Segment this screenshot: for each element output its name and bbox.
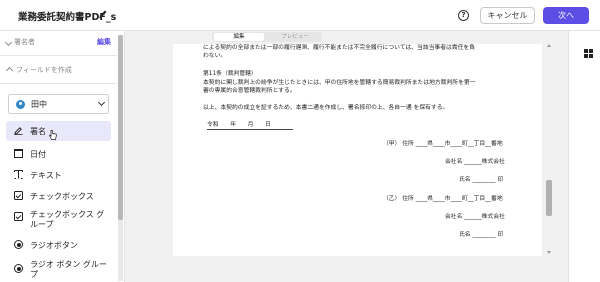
party-b-company: 会社名 ______株式会社 [445, 214, 505, 220]
app-window: 業務委託契約書PDF_s ? キャンセル 次へ 署名者 編集 フィールドを作成 … [0, 0, 600, 282]
field-item-checkbox[interactable]: チェックボックス [6, 188, 111, 204]
signer-name: 田中 [31, 100, 47, 109]
field-item-signature[interactable]: 署名 [6, 121, 111, 141]
canvas-scrollbar-thumb[interactable] [546, 180, 552, 216]
grid-view-icon[interactable] [584, 49, 593, 58]
divider [0, 83, 117, 84]
document-text: 審の専属的合意管轄裁判所とする。 [203, 88, 296, 94]
radio-group-icon [14, 264, 23, 273]
scroll-down-arrow-icon[interactable] [547, 251, 551, 254]
field-item-radio-group[interactable]: ラジオ ボタン グループ [6, 259, 111, 281]
scroll-up-arrow-icon[interactable] [547, 44, 551, 47]
document-text: による契約の全部または一部の履行遅滞、履行不能または不完全履行については、当該当… [203, 45, 475, 51]
field-item-label: 署名 [30, 127, 46, 136]
signer-color-icon [16, 100, 25, 109]
sidebar-scrollbar-thumb[interactable] [118, 35, 123, 220]
tab-edit[interactable]: 編集 [214, 33, 264, 41]
field-item-label: 日付 [30, 150, 46, 159]
tab-preview[interactable]: プレビュー [270, 33, 320, 41]
signature-pen-icon [14, 127, 23, 135]
field-item-radio-button[interactable]: ラジオボタン [6, 237, 111, 253]
document-text: 以上、本契約の成立を証するため、本書二通を作成し、署名捺印の上、各自一通 を保有… [203, 105, 449, 111]
edit-signers-link[interactable]: 編集 [97, 37, 111, 47]
right-panel [568, 31, 600, 282]
pencil-edit-icon[interactable] [98, 9, 108, 19]
checkbox-group-icon [14, 212, 23, 221]
field-item-label: テキスト [30, 171, 62, 180]
field-item-label: ラジオ ボタン グループ [30, 260, 107, 279]
document-page[interactable]: による契約の全部または一部の履行遅滞、履行不能または不完全履行については、当該当… [173, 44, 542, 256]
party-b-address: （乙） 住所 ____県____市____町__丁目__番地 [383, 196, 503, 202]
next-button[interactable]: 次へ [543, 7, 589, 24]
signers-section-label: 署名者 [14, 38, 35, 46]
field-item-date[interactable]: 日付 [6, 146, 111, 162]
text-field-icon [14, 170, 23, 179]
date-underline [207, 129, 293, 130]
document-text: 本契約に関し裁判上の紛争が生じたときには、甲の住所地を管轄する簡易裁判所または地… [203, 80, 476, 86]
signer-select[interactable]: 田中 [8, 94, 109, 114]
article-title: 第11条（裁判管轄） [203, 71, 257, 77]
party-b-name: 氏名 ________ 印 [459, 232, 504, 238]
date-line-text: 令和 年 月 日 [207, 122, 271, 128]
field-item-checkbox-group[interactable]: チェックボックス グループ [6, 208, 111, 232]
chevron-down-icon [4, 38, 13, 47]
chevron-up-icon [5, 66, 14, 75]
divider [0, 55, 117, 56]
calendar-icon [14, 149, 23, 158]
party-a-address: （甲） 住所 ____県____市____町__丁目__番地 [383, 141, 503, 147]
radio-button-icon [14, 240, 23, 249]
field-item-label: チェックボックス グループ [30, 210, 105, 229]
field-item-label: チェックボックス [30, 192, 94, 201]
party-a-company: 会社名 ______株式会社 [445, 159, 505, 165]
cancel-button[interactable]: キャンセル [480, 7, 535, 24]
help-icon[interactable]: ? [458, 10, 469, 21]
mode-toggle: 編集 プレビュー [212, 32, 322, 42]
canvas-scrollbar-track[interactable] [546, 44, 552, 256]
mouse-cursor-icon [49, 130, 57, 140]
field-item-label: ラジオボタン [30, 241, 78, 250]
party-a-name: 氏名 ________ 印 [459, 177, 504, 183]
create-fields-section-header[interactable]: フィールドを作成 [0, 64, 117, 77]
signers-section-header[interactable]: 署名者 編集 [0, 37, 117, 50]
document-text: わない。 [203, 53, 227, 59]
create-fields-label: フィールドを作成 [16, 66, 72, 74]
chevron-down-icon [97, 98, 106, 107]
top-bar: 業務委託契約書PDF_s ? キャンセル 次へ [0, 0, 600, 31]
field-item-text[interactable]: テキスト [6, 167, 111, 183]
checkbox-icon [14, 191, 23, 200]
